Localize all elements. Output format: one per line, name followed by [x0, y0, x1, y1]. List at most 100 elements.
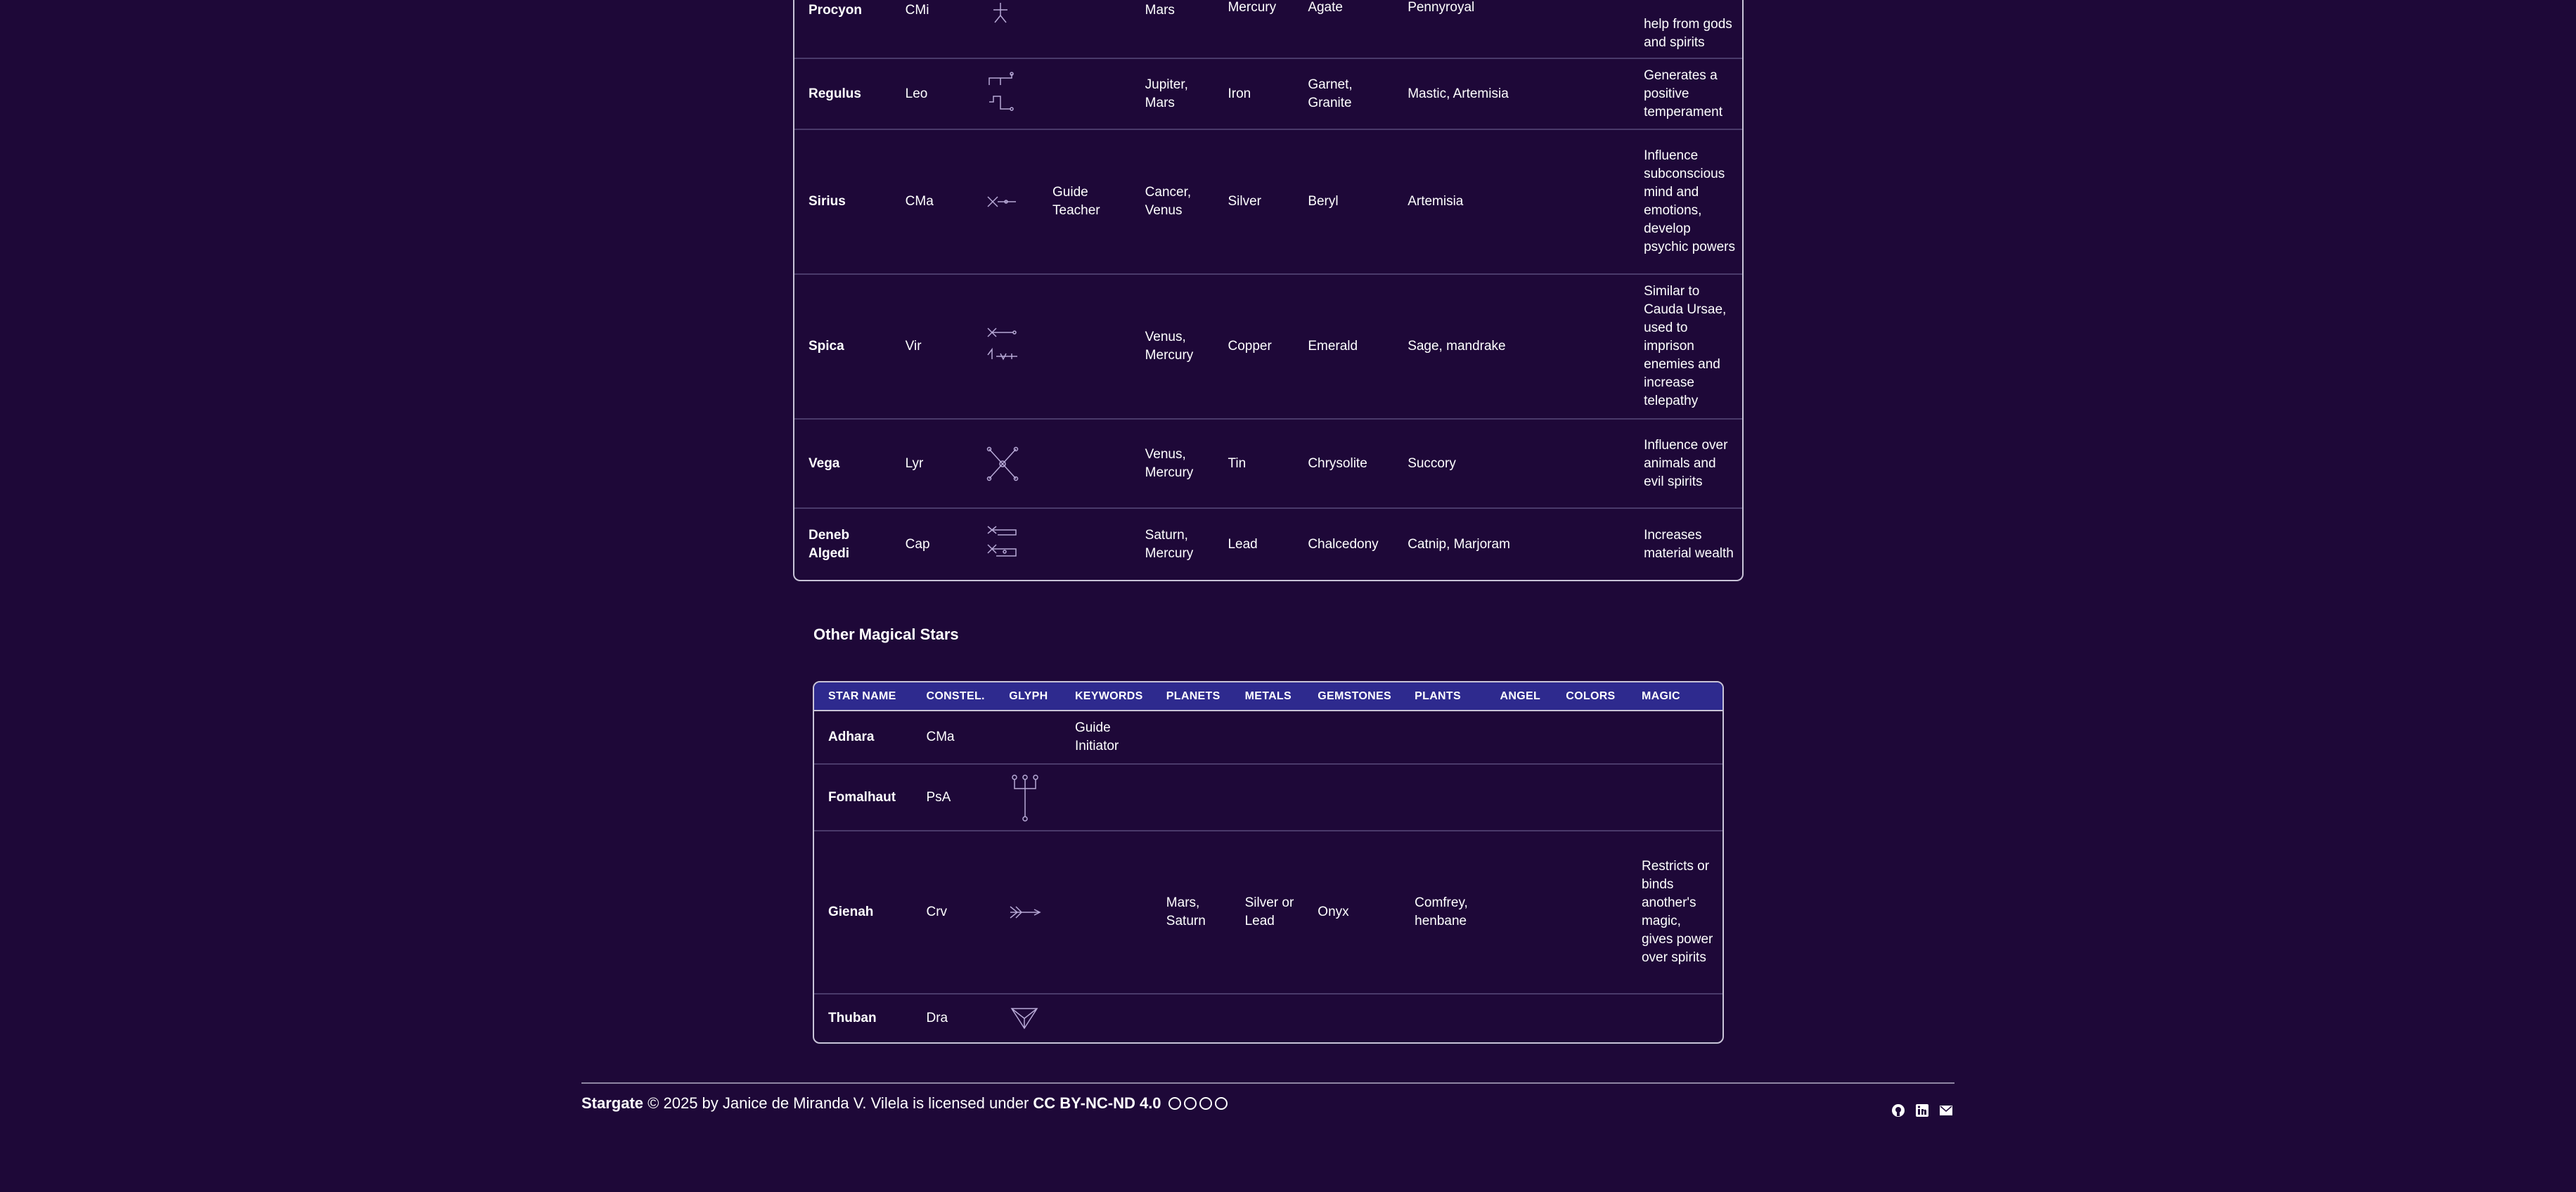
github-icon[interactable] [1891, 1103, 1905, 1118]
email-icon[interactable] [1939, 1103, 1953, 1118]
angel [1486, 831, 1552, 995]
magic [1628, 995, 1722, 1042]
column-header: MAGIC [1627, 682, 1722, 711]
major-stars-table-container: Procyon CMi Mars Mercury Agate Pennyroya… [793, 0, 1744, 581]
colors [1552, 995, 1628, 1042]
planets: Venus, Mercury [1131, 420, 1214, 509]
column-header: ANGEL [1486, 682, 1552, 711]
table-row: Adhara CMa Guide Initiator [814, 711, 1722, 765]
metals: Mercury [1213, 0, 1294, 59]
gemstones: Emerald [1294, 275, 1394, 420]
plants [1400, 711, 1486, 765]
table-row: Sirius CMa Guide Teacher Cancer, Venus S… [794, 130, 1742, 275]
star-name: Adhara [814, 711, 913, 765]
angel [1486, 711, 1552, 765]
license-link[interactable]: CC BY-NC-ND 4.0 [1033, 1094, 1161, 1112]
keywords [1060, 765, 1152, 831]
column-header: STAR NAME [814, 682, 913, 711]
major-stars-table: Procyon CMi Mars Mercury Agate Pennyroya… [793, 0, 1744, 581]
gemstones: Beryl [1294, 130, 1394, 275]
table-row: Spica Vir Venus, Mercury Copper Emerald … [794, 275, 1742, 420]
magic: help from gods and spirits [1630, 0, 1742, 59]
column-header: GEMSTONES [1303, 682, 1401, 711]
angel [1486, 765, 1552, 831]
gemstones: Garnet, Granite [1294, 59, 1394, 130]
planets [1152, 765, 1231, 831]
keywords [1060, 831, 1152, 995]
planets: Jupiter, Mars [1131, 59, 1214, 130]
metals: Silver or Lead [1230, 831, 1304, 995]
magic: Restricts or binds another's magic, give… [1627, 831, 1722, 995]
linkedin-icon[interactable] [1915, 1103, 1929, 1118]
by-icon [1183, 1097, 1197, 1110]
magic [1627, 711, 1722, 765]
gemstones [1303, 711, 1401, 765]
glyph-icon [995, 765, 1061, 831]
gemstones: Chrysolite [1294, 420, 1394, 509]
gemstones: Agate [1294, 0, 1394, 59]
star-name: Vega [794, 420, 891, 509]
plants [1400, 765, 1486, 831]
keywords: Guide Initiator [1060, 711, 1152, 765]
planets: Mars, Saturn [1152, 831, 1231, 995]
colors [1552, 831, 1628, 995]
site-name-link[interactable]: Stargate [581, 1094, 643, 1112]
keywords [1038, 420, 1131, 509]
gemstones [1303, 765, 1401, 831]
plants: Mastic, Artemisia [1393, 59, 1630, 130]
magic: Increases material wealth [1644, 527, 1734, 561]
glyph-cell [995, 711, 1061, 765]
keywords [1038, 509, 1131, 580]
column-header: GLYPH [995, 682, 1061, 711]
other-stars-table: STAR NAME CONSTEL. GLYPH KEYWORDS PLANET… [813, 681, 1724, 1044]
table-row: Deneb Algedi Cap Saturn, Mercury Lead Ch… [794, 509, 1742, 580]
plants: Comfrey, henbane [1400, 831, 1486, 995]
planets [1152, 711, 1231, 765]
other-stars-table-container: STAR NAME CONSTEL. GLYPH KEYWORDS PLANET… [813, 681, 1724, 1044]
colors [1552, 765, 1628, 831]
magic: Influence subconscious mind and emotions… [1630, 130, 1742, 275]
column-header: PLANTS [1400, 682, 1486, 711]
constellation: CMa [891, 130, 973, 275]
star-name: Sirius [794, 130, 891, 275]
constellation: Cap [905, 536, 930, 552]
column-header: CONSTEL. [912, 682, 996, 711]
star-name: Deneb Algedi [809, 527, 850, 561]
constellation: Vir [891, 275, 973, 420]
planets: Venus, Mercury [1131, 275, 1214, 420]
constellation: Leo [891, 59, 973, 130]
copyright-text: © 2025 by Janice de Miranda V. Vilela is… [648, 1094, 1029, 1112]
colors [1552, 711, 1628, 765]
star-name: Procyon [794, 0, 891, 59]
star-name: Gienah [814, 831, 913, 995]
magic: Generates a positive temperament [1630, 59, 1742, 130]
table-row: Vega Lyr Venus, Mercury Tin Chrysolite S… [794, 420, 1742, 509]
plants: Sage, mandrake [1393, 275, 1630, 420]
constellation: CMa [912, 711, 996, 765]
footer-license: Stargate © 2025 by Janice de Miranda V. … [581, 1094, 1228, 1113]
glyph-icon [972, 0, 1039, 59]
planets: Mars [1131, 0, 1214, 59]
gemstones: Onyx [1303, 831, 1401, 995]
table-row: Thuban Dra [814, 995, 1722, 1042]
plants: Artemisia [1393, 130, 1630, 275]
section-title: Other Magical Stars [813, 626, 959, 643]
magic: Similar to Cauda Ursae, used to imprison… [1630, 275, 1742, 420]
star-name: Spica [794, 275, 891, 420]
magic [1627, 765, 1722, 831]
metals: Silver [1213, 130, 1294, 275]
gemstones: Chalcedony [1308, 536, 1379, 552]
social-links [1891, 1103, 1953, 1118]
planets: Cancer, Venus [1131, 130, 1214, 275]
table-row: Fomalhaut PsA [814, 765, 1722, 831]
glyph-icon [995, 831, 1061, 995]
star-name: Thuban [828, 1011, 877, 1025]
magic: Influence over animals and evil spirits [1630, 420, 1742, 509]
glyph-icon [972, 59, 1039, 130]
plants [1400, 995, 1486, 1042]
glyph-icon [972, 130, 1039, 275]
nc-icon [1199, 1097, 1212, 1110]
plants: Pennyroyal [1393, 0, 1630, 59]
column-header: METALS [1230, 682, 1304, 711]
footer-divider [581, 1082, 1954, 1084]
